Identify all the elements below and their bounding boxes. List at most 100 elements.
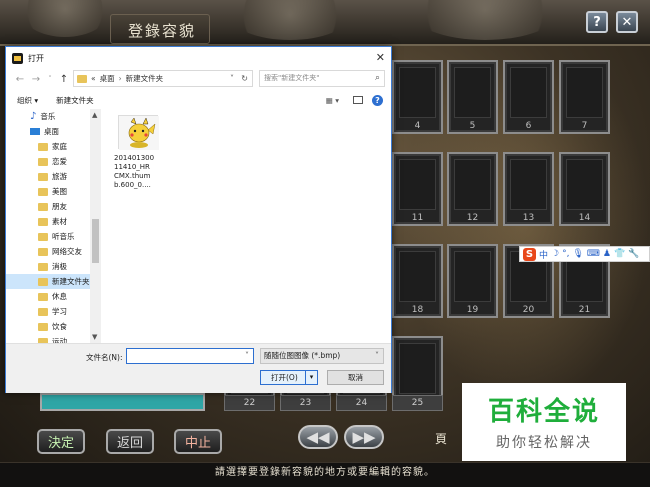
dialog-titlebar[interactable]: 打开 ✕ [6, 47, 391, 69]
cancel-button[interactable]: 中止 [174, 429, 222, 454]
nav-item-folder[interactable]: 朋友 [6, 199, 91, 214]
close-icon: ✕ [621, 14, 633, 30]
filetype-select[interactable]: 随随位图图像 (*.bmp) ˅ [260, 348, 384, 364]
skin-icon[interactable]: 👕 [614, 249, 625, 259]
forward-arrow-icon[interactable]: → [30, 74, 42, 85]
prev-arrow-icon: ◀◀ [306, 428, 330, 446]
folder-icon [77, 74, 87, 83]
address-bar[interactable]: « 桌面 › 新建文件夹 ˅ ↻ [73, 70, 253, 87]
folder-icon [38, 172, 48, 181]
watermark: 百科全说 助你轻松解决 [462, 383, 626, 461]
ime-chinese-mode[interactable]: 中 [539, 248, 548, 261]
file-thumbnail[interactable] [118, 115, 159, 150]
back-arrow-icon[interactable]: ← [14, 74, 26, 85]
watermark-subtitle: 助你轻松解决 [496, 435, 592, 451]
portrait-slot[interactable]: 5 [447, 60, 498, 134]
nav-item-folder-selected[interactable]: 新建文件夹 [6, 274, 91, 289]
punctuation-icon[interactable]: °, [562, 249, 569, 259]
nav-item-folder[interactable]: 网络交友 [6, 244, 91, 259]
slot-number: 11 [411, 213, 424, 223]
help-icon[interactable]: ? [372, 94, 383, 106]
recent-dropdown-icon[interactable]: ˅ [44, 75, 56, 83]
folder-icon [38, 307, 48, 316]
cancel-dialog-button[interactable]: 取消 [327, 370, 384, 385]
keyboard-icon[interactable]: ⌨ [587, 249, 600, 259]
preview-pane-icon[interactable] [353, 96, 363, 104]
microphone-icon[interactable]: 🎙 [572, 249, 583, 259]
watermark-title: 百科全说 [487, 397, 600, 427]
refresh-icon[interactable]: ↻ [241, 74, 248, 83]
open-split-dropdown-icon[interactable]: ▾ [305, 371, 317, 384]
slot-number: 4 [414, 121, 421, 131]
dialog-footer: 文件名(N): ˅ 随随位图图像 (*.bmp) ˅ 打开(O) ▾ 取消 [6, 343, 391, 393]
nav-item-folder[interactable]: 家庭 [6, 139, 91, 154]
help-button[interactable]: ? [586, 11, 608, 33]
user-icon[interactable]: ♟ [603, 249, 611, 259]
file-name[interactable]: 201401300 11410_HR CMX.thum b.600_0.... [114, 154, 164, 190]
slot-number: 25 [392, 395, 443, 411]
portrait-slot[interactable]: 18 [392, 244, 443, 318]
slot-number: 6 [525, 121, 532, 131]
portrait-slot[interactable]: 14 [559, 152, 610, 226]
folder-icon [38, 217, 48, 226]
folder-icon [38, 187, 48, 196]
breadcrumb-new-folder[interactable]: 新建文件夹 [126, 73, 164, 84]
search-input[interactable]: 搜索"新建文件夹" ⌕ [259, 70, 385, 87]
slot-number: 20 [522, 305, 535, 315]
ime-toolbar[interactable]: S 中 ☽ °, 🎙 ⌨ ♟ 👕 🔧 [519, 246, 650, 262]
next-page-button[interactable]: ▶▶ [344, 425, 384, 449]
music-icon: ♪ [30, 111, 37, 122]
nav-item-folder[interactable]: 旅游 [6, 169, 91, 184]
nav-item-folder[interactable]: 饮食 [6, 319, 91, 334]
portrait-slot[interactable]: 7 [559, 60, 610, 134]
breadcrumb-desktop[interactable]: 桌面 [100, 73, 115, 84]
back-button[interactable]: 返回 [106, 429, 154, 454]
nav-item-music[interactable]: ♪ 音乐 [6, 109, 91, 124]
view-options-icon[interactable]: ▦ ▾ [326, 96, 339, 105]
portrait-slot[interactable]: 13 [503, 152, 554, 226]
nav-scrollbar[interactable]: ▲ ▼ [90, 109, 101, 343]
nav-item-folder[interactable]: 休息 [6, 289, 91, 304]
wrench-icon[interactable]: 🔧 [628, 249, 639, 259]
filename-input[interactable]: ˅ [126, 348, 254, 364]
moon-icon[interactable]: ☽ [551, 249, 559, 259]
folder-icon [38, 202, 48, 211]
up-arrow-icon[interactable]: ↑ [58, 74, 70, 85]
open-button[interactable]: 打开(O) ▾ [260, 370, 318, 385]
confirm-button[interactable]: 決定 [37, 429, 85, 454]
close-icon[interactable]: ✕ [376, 51, 385, 64]
nav-item-folder[interactable]: 运动 [6, 334, 91, 343]
nav-item-folder[interactable]: 学习 [6, 304, 91, 319]
chevron-down-icon[interactable]: ˅ [245, 349, 249, 363]
scroll-down-icon[interactable]: ▼ [92, 333, 97, 341]
nav-item-folder[interactable]: 美图 [6, 184, 91, 199]
address-chevrons[interactable]: « [91, 74, 96, 83]
portrait-slot[interactable]: 4 [392, 60, 443, 134]
organize-button[interactable]: 组织 ▾ [17, 95, 38, 106]
new-folder-button[interactable]: 新建文件夹 [56, 95, 94, 106]
portrait-slot[interactable]: 6 [503, 60, 554, 134]
slot-number: 5 [469, 121, 476, 131]
portrait-slot[interactable]: 11 [392, 152, 443, 226]
portrait-slot[interactable]: 12 [447, 152, 498, 226]
prev-page-button[interactable]: ◀◀ [298, 425, 338, 449]
chevron-down-icon[interactable]: ˅ [375, 349, 379, 363]
navigation-bar: ← → ˅ ↑ « 桌面 › 新建文件夹 ˅ ↻ 搜索"新建文件夹" ⌕ [6, 69, 391, 89]
slot-number: 18 [411, 305, 424, 315]
nav-item-folder[interactable]: 恋爱 [6, 154, 91, 169]
scroll-thumb[interactable] [92, 219, 99, 263]
close-button[interactable]: ✕ [616, 11, 638, 33]
search-icon[interactable]: ⌕ [375, 71, 380, 86]
portrait-slot[interactable]: 19 [447, 244, 498, 318]
nav-item-folder[interactable]: 消极 [6, 259, 91, 274]
folder-icon [38, 262, 48, 271]
search-placeholder: 搜索"新建文件夹" [264, 74, 320, 82]
nav-item-folder[interactable]: 听音乐 [6, 229, 91, 244]
nav-item-folder[interactable]: 素材 [6, 214, 91, 229]
dialog-title: 打开 [28, 53, 44, 63]
sogou-logo-icon[interactable]: S [523, 247, 536, 261]
folder-icon [38, 232, 48, 241]
scroll-up-icon[interactable]: ▲ [92, 111, 97, 119]
nav-item-desktop[interactable]: 桌面 [6, 124, 91, 139]
address-dropdown-icon[interactable]: ˅ [230, 74, 234, 83]
